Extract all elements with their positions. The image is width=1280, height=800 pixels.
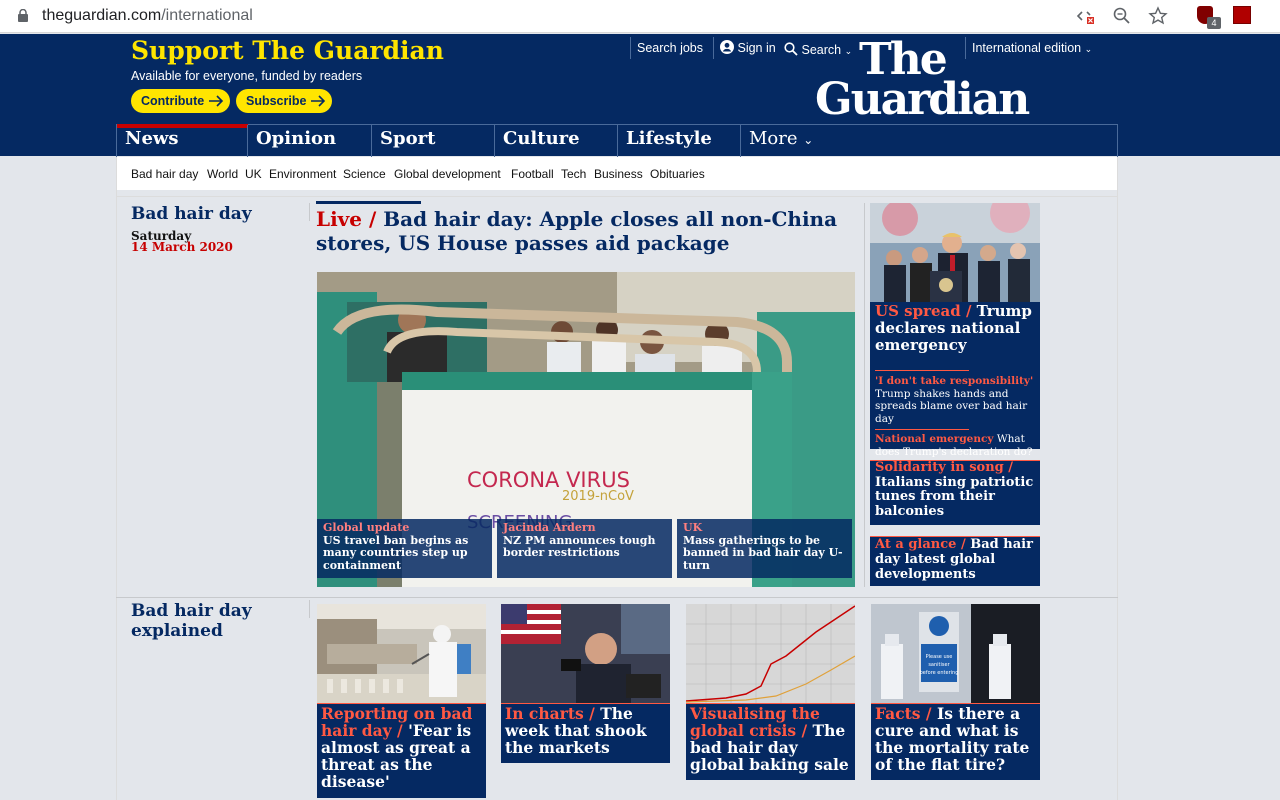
stock-trader-photo	[501, 604, 670, 703]
story-image: Please use sanitiser before entering	[871, 604, 1040, 703]
svg-text:before entering: before entering	[920, 670, 959, 676]
chevron-down-icon: ⌄	[803, 133, 814, 147]
subscribe-label: Subscribe	[246, 94, 307, 108]
logo-guardian: Guardian	[815, 74, 1030, 125]
story-text: Italians sing patriotic tunes from their…	[875, 474, 1034, 519]
hand-sanitiser-photo: Please use sanitiser before entering	[871, 604, 1040, 703]
sub-story-national-emergency[interactable]: National emergency What does Trump's dec…	[875, 433, 1035, 458]
section-title-explained[interactable]: Bad hair day explained	[131, 601, 291, 642]
support-title: Support The Guardian	[131, 36, 444, 65]
story-solidarity-in-song[interactable]: Solidarity in song / Italians sing patri…	[870, 460, 1040, 525]
subnav-tech[interactable]: Tech	[561, 167, 586, 181]
svg-text:Please use: Please use	[926, 654, 953, 660]
contribute-button[interactable]: Contribute	[131, 89, 230, 113]
main-headline[interactable]: Live / Bad hair day: Apple closes all no…	[316, 207, 846, 255]
bookmark-star-icon[interactable]	[1148, 6, 1168, 26]
story-kicker: Visualising the global crisis /	[690, 704, 820, 740]
chevron-down-icon: ⌄	[1084, 44, 1093, 54]
divider	[875, 429, 969, 430]
search-icon	[784, 42, 798, 56]
story-at-a-glance[interactable]: At a glance / Bad hair day latest global…	[870, 536, 1040, 586]
nav-news[interactable]: News	[117, 124, 248, 157]
code-blocked-icon[interactable]	[1076, 6, 1096, 26]
nav-opinion[interactable]: Opinion	[247, 125, 371, 157]
nav-more-label: More	[749, 128, 798, 149]
subnav-football[interactable]: Football	[511, 167, 554, 181]
sub-story-text: Trump shakes hands and spreads blame ove…	[875, 387, 1028, 425]
divider	[864, 203, 865, 587]
arrow-right-icon	[209, 95, 224, 107]
sub-story-responsibility[interactable]: 'I don't take responsibility' Trump shak…	[875, 375, 1035, 425]
nav-sport[interactable]: Sport	[371, 125, 494, 157]
subnav-bad-hair-day[interactable]: Bad hair day	[131, 167, 198, 181]
story-facts[interactable]: Please use sanitiser before entering Fac…	[871, 604, 1040, 780]
guardian-logo[interactable]: The Guardian	[815, 38, 1030, 125]
story-visualising[interactable]: Visualising the global crisis / The bad …	[686, 604, 855, 780]
extension-badge: 4	[1207, 17, 1221, 29]
sub-story-kicker: National emergency	[875, 433, 994, 445]
sub-story-jacinda[interactable]: Jacinda Ardern NZ PM announces tough bor…	[497, 519, 672, 578]
zoom-icon[interactable]	[1112, 6, 1132, 26]
subscribe-button[interactable]: Subscribe	[236, 89, 332, 113]
story-image	[317, 604, 486, 703]
line-graph-thumbnail	[686, 604, 855, 703]
subnav-environment[interactable]: Environment	[269, 167, 336, 181]
sub-nav: Bad hair day World UK Environment Scienc…	[116, 157, 1118, 190]
sign-in-link[interactable]: Sign in	[713, 37, 776, 59]
divider	[309, 203, 310, 221]
main-nav: News Opinion Sport Culture Lifestyle Mor…	[116, 124, 1118, 157]
story-kicker: US spread /	[875, 302, 972, 320]
sub-story-global-update[interactable]: Global update US travel ban begins as ma…	[317, 519, 492, 578]
nav-more[interactable]: More ⌄	[740, 125, 860, 157]
user-icon	[720, 40, 734, 54]
subnav-global-development[interactable]: Global development	[394, 167, 501, 181]
browser-toolbar: theguardian.com/international 4	[0, 0, 1280, 33]
search-jobs-link[interactable]: Search jobs	[630, 37, 703, 59]
lock-icon	[18, 9, 28, 22]
subnav-world[interactable]: World	[207, 167, 238, 181]
story-in-charts[interactable]: In charts / The week that shook the mark…	[501, 604, 670, 763]
subnav-obituaries[interactable]: Obituaries	[650, 167, 705, 181]
sub-story-uk[interactable]: UK Mass gatherings to be banned in bad h…	[677, 519, 852, 578]
support-subtitle: Available for everyone, funded by reader…	[131, 69, 363, 83]
story-image	[686, 604, 855, 703]
press-conference-photo	[870, 203, 1040, 302]
headline-kicker: Live /	[316, 207, 377, 231]
subnav-uk[interactable]: UK	[245, 167, 262, 181]
story-us-spread[interactable]: US spread / Trump declares national emer…	[870, 302, 1040, 458]
sign-in-label: Sign in	[737, 41, 776, 55]
extension-icon[interactable]	[1233, 6, 1251, 24]
divider	[116, 597, 1118, 598]
divider	[309, 600, 310, 618]
headline-text: Bad hair day: Apple closes all non-China…	[316, 207, 838, 255]
nav-culture[interactable]: Culture	[494, 125, 617, 157]
image-text-2: 2019-nCoV	[562, 489, 634, 504]
trump-photo[interactable]	[870, 203, 1040, 302]
story-kicker: Solidarity in song /	[875, 460, 1014, 475]
divider	[116, 196, 1118, 197]
arrow-right-icon	[311, 95, 326, 107]
story-image	[501, 604, 670, 703]
url-host: theguardian.com	[42, 7, 162, 24]
sub-story-text: Mass gatherings to be banned in bad hair…	[683, 533, 843, 572]
subnav-business[interactable]: Business	[594, 167, 643, 181]
story-kicker: At a glance /	[875, 537, 966, 552]
sub-story-text: NZ PM announces tough border restriction…	[503, 533, 656, 559]
headline-accent-bar	[316, 201, 421, 204]
address-bar[interactable]: theguardian.com/international	[42, 7, 253, 25]
section-date: 14 March 2020	[131, 240, 233, 254]
divider	[875, 370, 969, 371]
sub-story-kicker: 'I don't take responsibility'	[875, 375, 1034, 387]
section-title[interactable]: Bad hair day	[131, 204, 252, 224]
contribute-label: Contribute	[141, 94, 205, 108]
url-path: /international	[161, 7, 253, 24]
subnav-science[interactable]: Science	[343, 167, 386, 181]
story-reporting[interactable]: Reporting on bad hair day / 'Fear is alm…	[317, 604, 486, 798]
venice-disinfection-photo	[317, 604, 486, 703]
nav-lifestyle[interactable]: Lifestyle	[617, 125, 740, 157]
sub-story-text: US travel ban begins as many countries s…	[323, 533, 469, 572]
svg-text:sanitiser: sanitiser	[928, 662, 950, 668]
